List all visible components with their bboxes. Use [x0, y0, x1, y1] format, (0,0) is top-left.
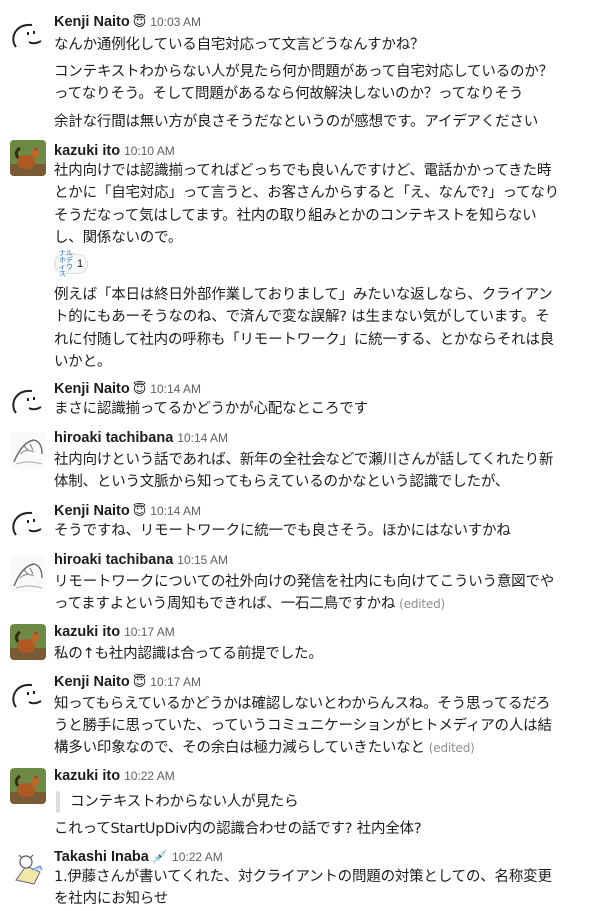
avatar-kazuki[interactable] — [10, 624, 46, 660]
message-text: とかに「自宅対応」って言うと、お客さんからすると「え、なんで?」ってなり — [54, 185, 559, 201]
author-name[interactable]: kazuki ito — [54, 624, 120, 640]
author-name[interactable]: Kenji Naito — [54, 674, 130, 690]
message-text: を社内にお知らせ — [54, 891, 169, 907]
avatar-hiroaki[interactable] — [10, 556, 46, 592]
avatar-kenji[interactable] — [10, 386, 46, 422]
message-text: れに付随して社内の呼称も「リモートワーク」に統一する、とかならそれは良 — [54, 332, 555, 348]
avatar-kenji[interactable] — [10, 508, 46, 544]
timestamp[interactable]: 10:22 AM — [124, 769, 175, 783]
reaction-emoji-icon: ナルホディウス — [58, 249, 73, 278]
message-text: ってなりそう。そして問題があるなら何故解決しないのか？ってなりそう — [54, 86, 524, 102]
message-text: 社内向けでは認識揃ってればどっちでも良いんですけど、電話かかってきた時 — [54, 163, 552, 179]
author-name[interactable]: Kenji Naito — [54, 503, 130, 519]
status-emoji-icon: 😇 — [132, 503, 147, 518]
reaction-button[interactable]: ナルホディウス 1 — [54, 250, 88, 278]
timestamp[interactable]: 10:03 AM — [150, 15, 201, 29]
message-text: コンテキストわからない人が見たら何か問題があって自宅対応しているのか？ — [54, 64, 553, 80]
timestamp[interactable]: 10:22 AM — [172, 850, 223, 864]
message-text: 社内向けという話であれば、新年の全社会などで瀬川さんが話してくれたり新 — [54, 452, 554, 468]
timestamp[interactable]: 10:14 AM — [150, 382, 201, 396]
timestamp[interactable]: 10:17 AM — [150, 675, 201, 689]
avatar-kenji[interactable] — [10, 680, 46, 716]
quote-bar — [56, 791, 60, 813]
message-text: リモートワークについての社外向けの発信を社内にも向けてこういう意図でや — [54, 574, 555, 590]
reaction-count: 1 — [76, 258, 84, 270]
author-name[interactable]: kazuki ito — [54, 768, 120, 784]
timestamp[interactable]: 10:15 AM — [177, 553, 228, 567]
status-emoji-icon: 💉 — [151, 849, 169, 864]
author-name[interactable]: hiroaki tachibana — [54, 552, 173, 568]
timestamp[interactable]: 10:14 AM — [177, 431, 228, 445]
message-text: 体制、という文脈から知ってもらえているのかなという認識でしたが、 — [54, 474, 510, 490]
quoted-text: コンテキストわからない人が見たら — [70, 794, 299, 810]
message-text: ト的にもあーそうなのね、で済んで変な誤解? は生まない気がしています。そ — [54, 309, 550, 325]
avatar-takashi[interactable] — [10, 850, 46, 886]
avatar-kenji[interactable] — [10, 20, 46, 56]
message-text: そうですね、リモートワークに統一でも良さそう。ほかにはないすかね — [54, 523, 511, 539]
timestamp[interactable]: 10:14 AM — [150, 504, 201, 518]
message-text: 余計な行間は無い方が良さそうだなというのが感想です。アイデアください — [54, 114, 539, 130]
status-emoji-icon: 😇 — [132, 381, 147, 396]
message-text: いかと。 — [54, 354, 112, 370]
author-name[interactable]: hiroaki tachibana — [54, 430, 173, 446]
message-text: 1.伊藤さんが書いてくれた、対クライアントの問題の対策としての、名称変更 — [54, 869, 552, 885]
timestamp[interactable]: 10:17 AM — [124, 625, 175, 639]
avatar-kazuki[interactable] — [10, 768, 46, 804]
message-text: 知ってもらえているかどうかは確認しないとわからんスね。そう思ってるだろ — [54, 696, 551, 712]
message-text: 構多い印象なので、その余白は極力減らしていきたいなと (edited) — [54, 740, 475, 756]
message-text: ってますよという周知もできれば、一石二鳥ですかね (edited) — [54, 596, 445, 612]
avatar-hiroaki[interactable] — [10, 432, 46, 468]
message-text: 私の↑も社内認識は合ってる前提でした。 — [54, 646, 323, 662]
status-emoji-icon: 😇 — [132, 674, 147, 689]
message-text: 例えば「本日は終日外部作業しておりまして」みたいな返しなら、クライアン — [54, 287, 553, 303]
message-text: そうだなって気はしてます。社内の取り組みとかのコンテキストを知らない — [54, 208, 537, 224]
message-text: これってStartUpDiv内の認識合わせの話です? 社内全体? — [54, 821, 422, 837]
author-name[interactable]: Kenji Naito — [54, 14, 130, 30]
edited-label: (edited) — [428, 741, 475, 755]
message-text: なんか通例化している自宅対応って文言どうなんすかね？ — [54, 37, 425, 53]
status-emoji-icon: 😇 — [132, 14, 147, 29]
timestamp[interactable]: 10:10 AM — [124, 144, 175, 158]
author-name[interactable]: kazuki ito — [54, 143, 120, 159]
message-text: うと勝手に思っていた、っていうコミュニケーションがヒトメディアの人は結 — [54, 718, 552, 734]
message-text: し、関係ないので。 — [54, 230, 183, 246]
author-name[interactable]: Kenji Naito — [54, 381, 130, 397]
edited-label: (edited) — [399, 597, 445, 611]
avatar-kazuki[interactable] — [10, 140, 46, 176]
message-text: まさに認識揃ってるかどうかが心配なところです — [54, 401, 368, 417]
author-name[interactable]: Takashi Inaba — [54, 849, 149, 865]
